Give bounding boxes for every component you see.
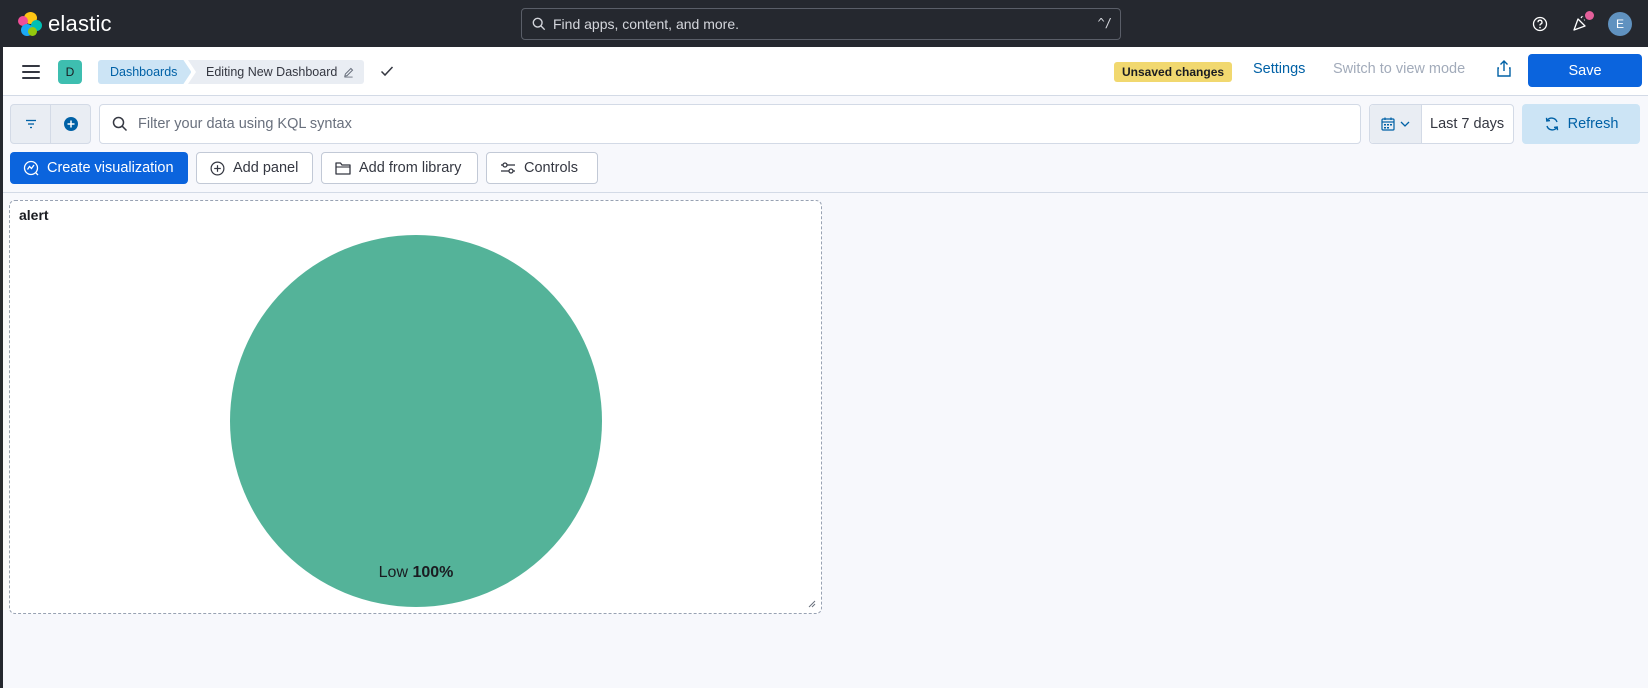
elastic-logo-icon [18, 12, 42, 36]
plus-circle-icon [63, 117, 78, 131]
resize-handle-icon[interactable] [807, 599, 816, 608]
pencil-icon [344, 67, 354, 78]
controls-icon [501, 162, 515, 174]
pie-slice-low[interactable] [230, 235, 602, 607]
refresh-label: Refresh [1567, 116, 1619, 132]
add-from-library-label: Add from library [359, 160, 462, 176]
calendar-icon [1381, 117, 1395, 131]
pie-slice-label: Low 100% [379, 564, 454, 581]
add-from-library-button[interactable]: Add from library [321, 152, 478, 184]
add-panel-label: Add panel [233, 160, 299, 176]
menu-toggle-icon[interactable] [22, 65, 40, 79]
switch-to-view-mode-button[interactable]: Switch to view mode [1333, 61, 1465, 77]
toolbar-divider [3, 192, 1648, 193]
add-filter-button[interactable] [50, 105, 90, 143]
date-picker[interactable]: Last 7 days [1369, 104, 1514, 144]
search-icon [112, 116, 128, 132]
lens-icon [23, 160, 39, 176]
breadcrumb-dashboards[interactable]: Dashboards [98, 60, 191, 84]
search-shortcut-hint: ^/ [1097, 16, 1112, 30]
create-visualization-label: Create visualization [47, 160, 174, 176]
dashboard-navbar: D Dashboards Editing New Dashboard Unsav… [3, 47, 1648, 96]
share-icon[interactable] [1496, 60, 1512, 78]
time-range-label[interactable]: Last 7 days [1430, 116, 1504, 132]
create-visualization-button[interactable]: Create visualization [10, 152, 188, 184]
add-panel-button[interactable]: Add panel [196, 152, 313, 184]
quick-menu-button[interactable] [1370, 105, 1422, 143]
folder-icon [335, 162, 351, 175]
kql-placeholder: Filter your data using KQL syntax [138, 116, 352, 132]
elastic-logo[interactable]: elastic [18, 11, 112, 37]
settings-button[interactable]: Settings [1253, 61, 1305, 77]
kql-search-input[interactable]: Filter your data using KQL syntax [99, 104, 1361, 144]
top-header: elastic Find apps, content, and more. ^/… [0, 0, 1648, 47]
brand-name: elastic [48, 11, 112, 36]
global-search-input[interactable]: Find apps, content, and more. ^/ [521, 8, 1121, 40]
breadcrumb-current-label: Editing New Dashboard [206, 65, 338, 79]
filter-controls [10, 104, 91, 144]
notification-dot [1585, 11, 1594, 20]
controls-button[interactable]: Controls [486, 152, 598, 184]
check-icon[interactable] [380, 64, 394, 78]
plus-circle-icon [210, 161, 225, 175]
filter-icon [25, 119, 36, 129]
user-avatar[interactable]: E [1608, 12, 1632, 36]
save-button[interactable]: Save [1528, 54, 1642, 87]
visualization-panel[interactable]: alert Low 100% [9, 200, 822, 614]
pie-label-value: 100% [412, 564, 453, 581]
pie-label-category: Low [379, 564, 413, 581]
refresh-button[interactable]: Refresh [1522, 104, 1640, 144]
breadcrumb-current[interactable]: Editing New Dashboard [188, 60, 365, 84]
chevron-down-icon [1400, 121, 1410, 127]
search-icon [532, 17, 546, 31]
unsaved-changes-badge: Unsaved changes [1114, 62, 1233, 82]
help-icon[interactable] [1529, 13, 1551, 35]
filter-menu-button[interactable] [11, 105, 50, 143]
global-search-placeholder: Find apps, content, and more. [553, 16, 739, 32]
pie-chart: Low 100% [230, 235, 602, 607]
refresh-icon [1545, 117, 1558, 131]
space-avatar[interactable]: D [58, 60, 82, 84]
controls-label: Controls [524, 160, 578, 176]
